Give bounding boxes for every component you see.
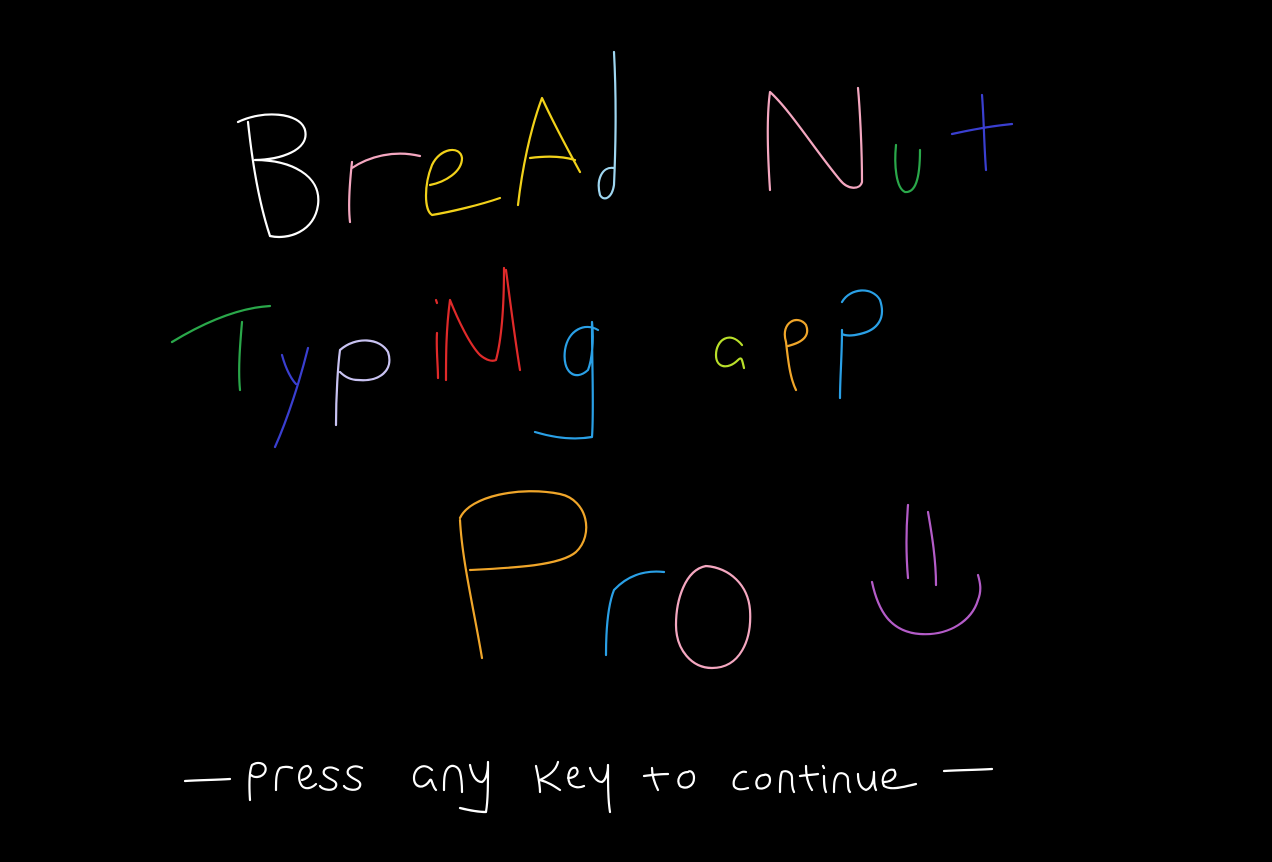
word-press (248, 761, 364, 802)
title-screen[interactable]: BreAd Nut TypiNg app Pro — press any key… (0, 0, 1272, 862)
smiley-mouth (870, 573, 982, 636)
letter-A (516, 96, 582, 207)
letter-p (334, 339, 391, 427)
letter-p3 (838, 289, 884, 400)
letter-y (273, 346, 310, 449)
letter-B (236, 113, 320, 238)
title-artwork (170, 50, 1014, 814)
word-key (534, 760, 612, 814)
letter-r (348, 152, 422, 224)
letter-a (714, 336, 746, 370)
word-to (642, 766, 696, 792)
letter-i (434, 298, 440, 380)
word-continue (732, 764, 918, 794)
letter-o (674, 564, 752, 670)
smiley-left-eye (905, 503, 910, 580)
hand-drawn-smiley-icon (870, 503, 982, 636)
prompt-dash-right (942, 767, 994, 773)
letter-r2 (604, 570, 666, 657)
letter-T (170, 304, 272, 392)
letter-P (458, 490, 588, 660)
prompt-dash-left (183, 777, 232, 783)
title-line-3 (458, 490, 982, 670)
smiley-right-eye (926, 510, 938, 587)
letter-p2 (783, 319, 809, 392)
title-line-1 (236, 50, 1014, 238)
continue-prompt (183, 760, 994, 814)
letter-N (766, 86, 864, 192)
letter-t (950, 93, 1014, 172)
letter-u (894, 143, 922, 194)
letter-d (597, 50, 617, 200)
letter-N2 (444, 266, 522, 382)
word-any (412, 760, 490, 814)
letter-g (533, 320, 600, 440)
letter-e (424, 148, 502, 217)
title-line-2 (170, 266, 884, 449)
